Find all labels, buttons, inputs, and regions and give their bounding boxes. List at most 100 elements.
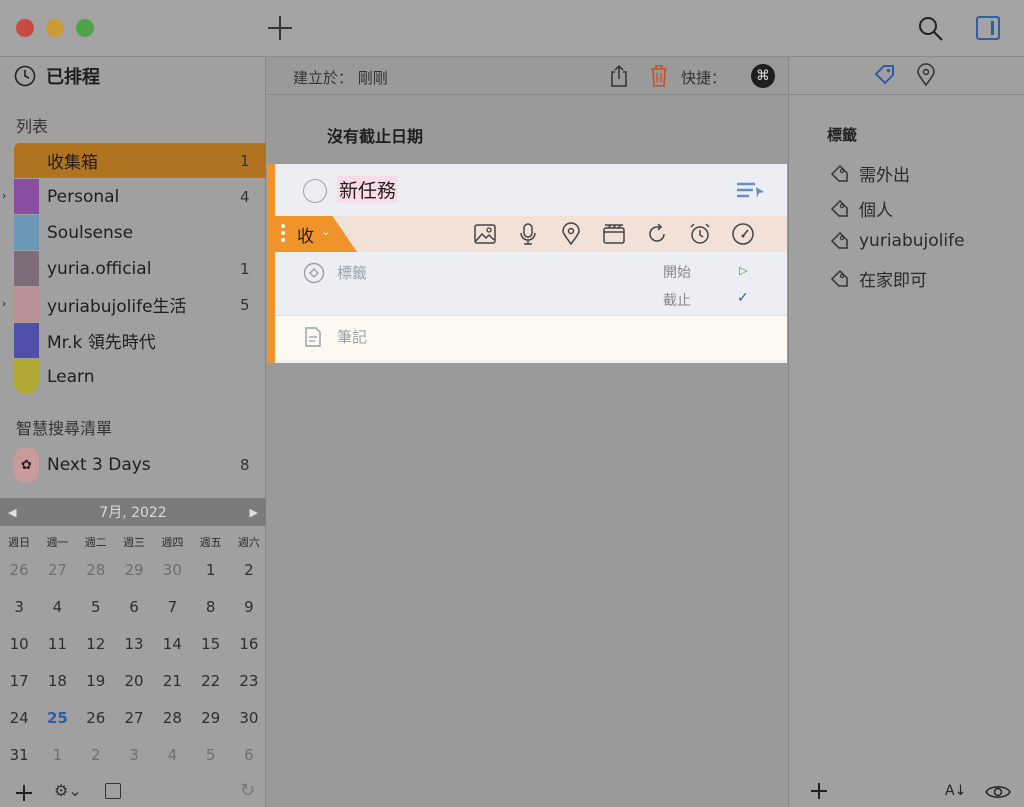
calendar-day[interactable]: 5 [77,589,115,626]
repeat-icon[interactable] [645,222,669,246]
search-icon[interactable] [918,16,944,46]
trash-icon[interactable] [649,64,669,92]
zoom-window-button[interactable] [76,19,94,37]
calendar-day[interactable]: 31 [0,737,38,774]
calendar-day[interactable]: 4 [153,737,191,774]
calendar-day[interactable]: 6 [230,737,268,774]
calendar-day[interactable]: 22 [191,663,229,700]
calendar-day[interactable]: 23 [230,663,268,700]
smart-lists-section-title: 智慧搜尋清單 [16,419,113,438]
notes-field[interactable]: 筆記 [337,326,367,347]
expand-chevron-icon[interactable]: › [2,297,6,310]
calendar-day[interactable]: 20 [115,663,153,700]
complete-checkbox[interactable] [303,179,327,203]
add-tag-button[interactable] [811,783,827,799]
prev-month-icon[interactable]: ◀ [8,506,16,519]
list-item[interactable]: Personal 4 [14,179,266,214]
calendar-day[interactable]: 27 [38,552,76,589]
smart-list-item[interactable]: ✿ Next 3 Days 8 [14,446,266,484]
location-pin-icon[interactable] [559,222,583,246]
tags-field[interactable]: 標籤 [337,262,367,283]
next-month-icon[interactable]: ▶ [250,506,258,519]
add-list-button[interactable] [16,785,32,801]
list-item[interactable]: 收集箱 1 [14,143,266,178]
calendar-day[interactable]: 11 [38,626,76,663]
notes-row[interactable]: 筆記 [275,316,787,360]
eye-icon[interactable] [985,783,1011,805]
calendar-day[interactable]: 30 [153,552,191,589]
settings-gear-icon[interactable]: ⚙︎⌄ [54,781,82,800]
calendar-day[interactable]: 2 [230,552,268,589]
calendar-day[interactable]: 26 [0,552,38,589]
tag-item[interactable]: yuriabujolife [829,231,1019,251]
calendar-day[interactable]: 17 [0,663,38,700]
calendar-day[interactable]: 6 [115,589,153,626]
tags-panel-title: 標籤 [827,126,858,144]
calendar-day[interactable]: 3 [0,589,38,626]
location-tab-icon[interactable] [915,63,937,91]
close-window-button[interactable] [16,19,34,37]
add-task-button[interactable] [266,14,294,42]
calendar-day[interactable]: 2 [77,737,115,774]
list-item[interactable]: yuriabujolife生活 5 [14,287,266,322]
calendar-day[interactable]: 1 [38,737,76,774]
toggle-sidebar-icon[interactable] [976,16,1000,40]
command-icon[interactable]: ⌘ [751,64,775,88]
list-item[interactable]: Mr.k 領先時代 [14,323,266,358]
start-play-icon[interactable]: ▷ [739,264,747,277]
calendar-day[interactable]: 13 [115,626,153,663]
minimize-window-button[interactable] [46,19,64,37]
drag-handle-icon[interactable] [281,224,285,245]
list-item[interactable]: Soulsense [14,215,266,250]
calendar-day[interactable]: 10 [0,626,38,663]
microphone-icon[interactable] [516,222,540,246]
calendar-icon[interactable] [105,783,121,799]
calendar-day[interactable]: 28 [77,552,115,589]
calendar-day[interactable]: 14 [153,626,191,663]
calendar-day[interactable]: 26 [77,700,115,737]
calendar-day[interactable]: 25 [38,700,76,737]
calendar-day[interactable]: 24 [0,700,38,737]
calendar-day[interactable]: 29 [191,700,229,737]
due-date-label[interactable]: 截止 [663,290,691,310]
calendar-day[interactable]: 7 [153,589,191,626]
clapperboard-icon[interactable] [602,222,626,246]
calendar-day[interactable]: 27 [115,700,153,737]
tag-item[interactable]: 需外出 [829,161,1019,186]
task-row[interactable]: 新任務 [275,164,787,216]
alarm-icon[interactable] [688,222,712,246]
due-check-icon[interactable]: ✓ [737,290,749,306]
scheduled-item[interactable]: 已排程 [14,63,100,89]
sync-icon[interactable]: ↻ [240,780,255,801]
calendar-day[interactable]: 30 [230,700,268,737]
calendar-day[interactable]: 15 [191,626,229,663]
calendar-day[interactable]: 3 [115,737,153,774]
list-selector[interactable] [275,216,357,252]
expand-chevron-icon[interactable]: › [2,189,6,202]
list-item[interactable]: yuria.official 1 [14,251,266,286]
calendar-day[interactable]: 5 [191,737,229,774]
tag-item[interactable]: 在家即可 [829,266,1019,291]
image-icon[interactable] [473,222,497,246]
calendar-day[interactable]: 16 [230,626,268,663]
gauge-icon[interactable] [731,222,755,246]
start-date-label[interactable]: 開始 [663,262,691,282]
share-icon[interactable] [609,64,629,92]
calendar-day[interactable]: 8 [191,589,229,626]
calendar-day[interactable]: 21 [153,663,191,700]
tag-item[interactable]: 個人 [829,196,1019,221]
tag-tab-icon[interactable] [873,63,897,91]
calendar-day[interactable]: 1 [191,552,229,589]
calendar-day[interactable]: 29 [115,552,153,589]
calendar-day[interactable]: 12 [77,626,115,663]
tag-selector-icon[interactable] [303,262,325,288]
calendar-day[interactable]: 4 [38,589,76,626]
task-title-input[interactable]: 新任務 [337,176,399,203]
calendar-day[interactable]: 19 [77,663,115,700]
calendar-day[interactable]: 28 [153,700,191,737]
calendar-day[interactable]: 18 [38,663,76,700]
detail-list-icon[interactable] [735,180,765,204]
calendar-day[interactable]: 9 [230,589,268,626]
list-item[interactable]: Learn [14,359,266,394]
sort-alpha-icon[interactable]: A↓ [945,783,966,799]
